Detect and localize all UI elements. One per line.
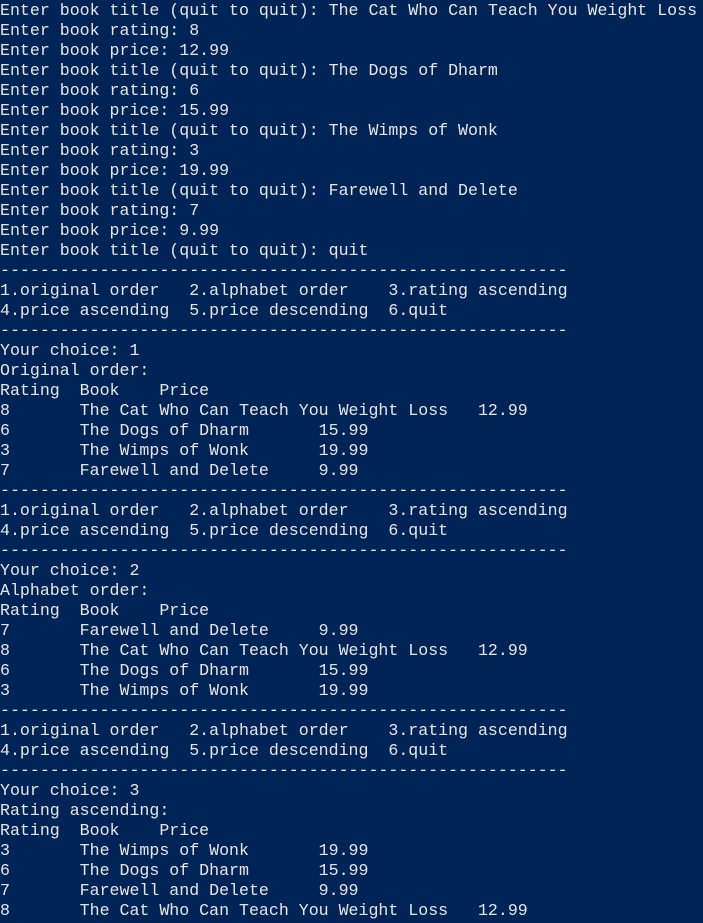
table-row: 7 Farewell and Delete 9.99 xyxy=(0,881,359,900)
prompt-rating-line: Enter book rating: 7 xyxy=(0,201,200,220)
table-header: Rating Book Price xyxy=(0,821,210,840)
prompt-price-line: Enter book price: 12.99 xyxy=(0,41,230,60)
table-row: 7 Farewell and Delete 9.99 xyxy=(0,621,359,640)
table-row: 6 The Dogs of Dharm 15.99 xyxy=(0,421,369,440)
table-row: 3 The Wimps of Wonk 19.99 xyxy=(0,841,369,860)
separator-line: ----------------------------------------… xyxy=(0,541,568,560)
separator-line: ----------------------------------------… xyxy=(0,761,568,780)
table-row: 6 The Dogs of Dharm 15.99 xyxy=(0,661,369,680)
prompt-price-line: Enter book price: 15.99 xyxy=(0,101,230,120)
prompt-title-line: Enter book title (quit to quit): The Wim… xyxy=(0,121,498,140)
prompt-title-line: Enter book title (quit to quit): The Cat… xyxy=(0,1,698,20)
table-row: 8 The Cat Who Can Teach You Weight Loss … xyxy=(0,401,528,420)
prompt-price-line: Enter book price: 19.99 xyxy=(0,161,230,180)
table-row: 3 The Wimps of Wonk 19.99 xyxy=(0,681,369,700)
menu-options-line: 1.original order 2.alphabet order 3.rati… xyxy=(0,501,568,520)
prompt-title-line: Enter book title (quit to quit): quit xyxy=(0,241,369,260)
section-heading: Original order: xyxy=(0,361,150,380)
console-output: Enter book title (quit to quit): The Cat… xyxy=(0,0,703,923)
table-header: Rating Book Price xyxy=(0,381,210,400)
menu-options-line: 4.price ascending 5.price descending 6.q… xyxy=(0,301,449,320)
table-row: 6 The Dogs of Dharm 15.99 xyxy=(0,861,369,880)
prompt-price-line: Enter book price: 9.99 xyxy=(0,221,220,240)
menu-options-line: 4.price ascending 5.price descending 6.q… xyxy=(0,521,449,540)
choice-line: Your choice: 2 xyxy=(0,561,140,580)
prompt-rating-line: Enter book rating: 6 xyxy=(0,81,200,100)
separator-line: ----------------------------------------… xyxy=(0,481,568,500)
separator-line: ----------------------------------------… xyxy=(0,701,568,720)
separator-line: ----------------------------------------… xyxy=(0,321,568,340)
menu-options-line: 4.price ascending 5.price descending 6.q… xyxy=(0,741,449,760)
separator-line: ----------------------------------------… xyxy=(0,261,568,280)
menu-options-line: 1.original order 2.alphabet order 3.rati… xyxy=(0,281,568,300)
prompt-title-line: Enter book title (quit to quit): Farewel… xyxy=(0,181,518,200)
table-row: 7 Farewell and Delete 9.99 xyxy=(0,461,359,480)
table-row: 8 The Cat Who Can Teach You Weight Loss … xyxy=(0,641,528,660)
prompt-rating-line: Enter book rating: 8 xyxy=(0,21,200,40)
table-row: 3 The Wimps of Wonk 19.99 xyxy=(0,441,369,460)
choice-line: Your choice: 3 xyxy=(0,781,140,800)
section-heading: Rating ascending: xyxy=(0,801,170,820)
section-heading: Alphabet order: xyxy=(0,581,150,600)
prompt-rating-line: Enter book rating: 3 xyxy=(0,141,200,160)
table-header: Rating Book Price xyxy=(0,601,210,620)
choice-line: Your choice: 1 xyxy=(0,341,140,360)
prompt-title-line: Enter book title (quit to quit): The Dog… xyxy=(0,61,498,80)
menu-options-line: 1.original order 2.alphabet order 3.rati… xyxy=(0,721,568,740)
table-row: 8 The Cat Who Can Teach You Weight Loss … xyxy=(0,901,528,920)
